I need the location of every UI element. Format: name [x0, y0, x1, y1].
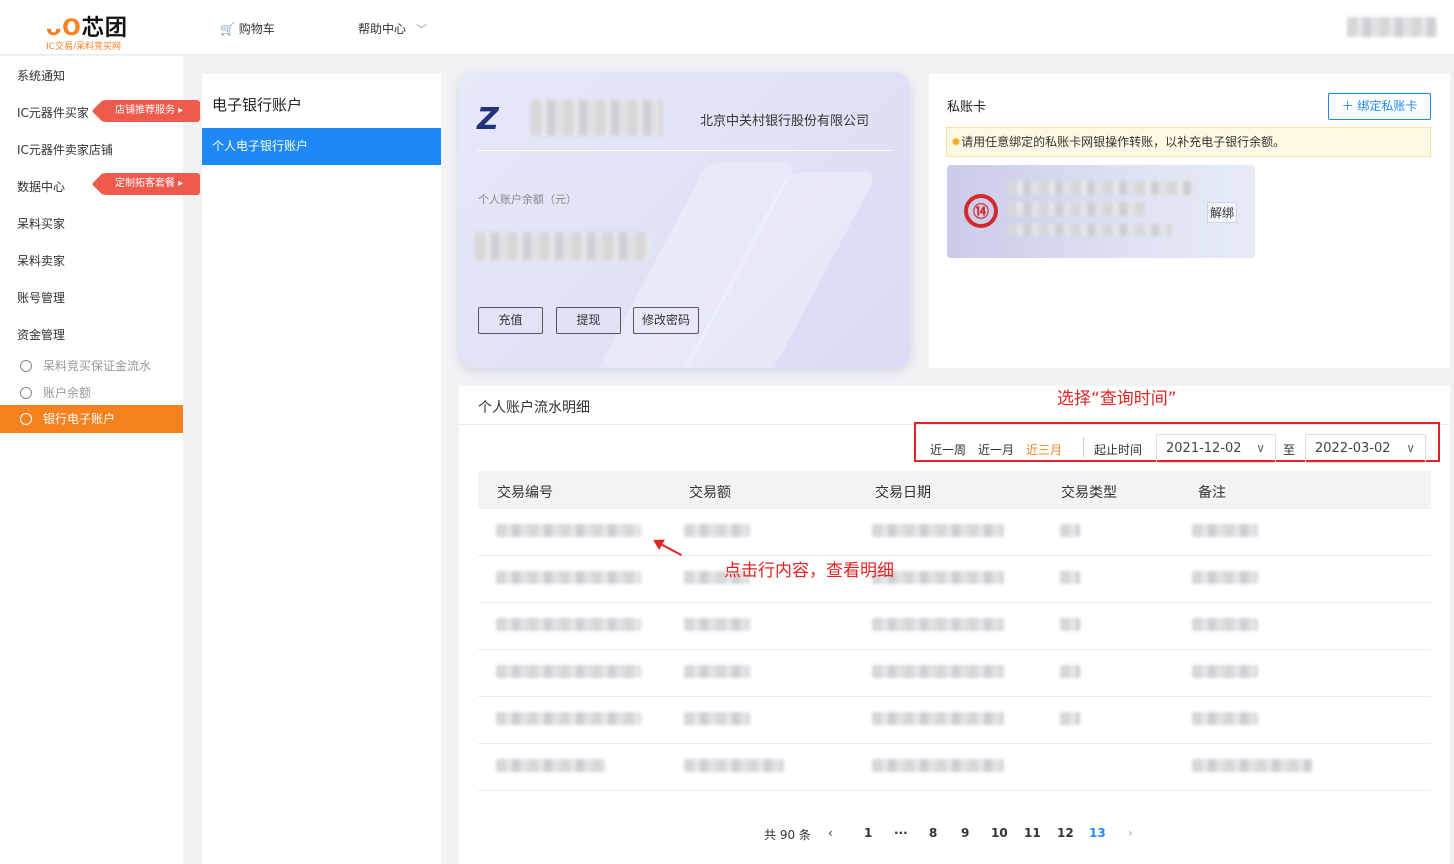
private-card-item: ⑭ 解绑 [947, 165, 1255, 258]
range-month[interactable]: 近一月 [978, 441, 1014, 458]
range-three-months[interactable]: 近三月 [1026, 441, 1062, 458]
column-header-remark: 备注 [1198, 485, 1226, 501]
top-bar: ᴗO芯团 IC交易/呆料竞买网 🛒 购物车 帮助中心 ﹀ [0, 0, 1454, 55]
plus-icon: ＋ [1341, 99, 1354, 113]
recharge-button[interactable]: 充值 [478, 307, 543, 334]
deposit-icon [20, 360, 32, 372]
help-center-menu[interactable]: 帮助中心 ﹀ [358, 20, 427, 37]
page-ellipsis[interactable]: ··· [894, 826, 908, 840]
sidebar-item-data-center[interactable]: 数据中心 [17, 178, 65, 195]
annotation-select-time: 选择“查询时间” [1057, 389, 1177, 409]
column-header-date: 交易日期 [875, 485, 931, 501]
balance-label: 个人账户余额（元） [478, 193, 577, 206]
annotation-click-row: 点击行内容，查看明细 [724, 561, 894, 581]
sidebar-sub-bank-e-account[interactable]: 银行电子账户 [0, 405, 183, 433]
table-row[interactable] [478, 509, 1431, 556]
private-card-panel: 私账卡 ＋ 绑定私账卡 ✹请用任意绑定的私账卡网银操作转账，以补充电子银行余额。… [929, 74, 1450, 368]
change-password-button[interactable]: 修改密码 [633, 307, 699, 334]
promo-tag-store-service[interactable]: 店铺推荐服务 ▸ [103, 100, 201, 122]
promo-tag-custom-package[interactable]: 定制拓客套餐 ▸ [103, 173, 201, 195]
range-divider [1083, 437, 1084, 457]
date-range-label: 起止时间 [1094, 443, 1143, 457]
unbind-button[interactable]: 解绑 [1207, 202, 1238, 223]
pagination-next-icon[interactable]: › [1128, 826, 1133, 840]
page-button-8[interactable]: 8 [929, 826, 937, 840]
cart-icon: 🛒 [220, 22, 235, 36]
account-number-redacted [531, 100, 663, 136]
detail-title: 个人账户流水明细 [478, 400, 590, 416]
logo-tagline: IC交易/呆料竞买网 [46, 42, 121, 52]
sidebar-item-surplus-seller[interactable]: 呆料卖家 [17, 252, 65, 269]
sidebar-item-ic-seller-store[interactable]: IC元器件卖家店铺 [17, 141, 113, 158]
account-panel: 电子银行账户 个人电子银行账户 [202, 74, 441, 864]
table-row[interactable] [478, 697, 1431, 744]
sidebar-item-system-notice[interactable]: 系统通知 [17, 67, 65, 84]
sidebar-item-account-management[interactable]: 账号管理 [17, 289, 65, 306]
column-header-tx-id: 交易编号 [497, 485, 553, 501]
chevron-down-icon: ∨ [1406, 441, 1415, 455]
notice-bar: ✹请用任意绑定的私账卡网银操作转账，以补充电子银行余额。 [946, 127, 1431, 157]
start-date-select[interactable]: 2021-12-02 ∨ [1156, 434, 1276, 463]
sidebar-item-fund-management[interactable]: 资金管理 [17, 326, 65, 343]
table-row[interactable] [478, 650, 1431, 697]
page-button-10[interactable]: 10 [991, 826, 1008, 840]
balance-value-redacted [475, 232, 651, 260]
table-row[interactable] [478, 556, 1431, 603]
pagination-prev-icon[interactable]: ‹ [828, 826, 833, 840]
account-panel-title: 电子银行账户 [212, 96, 303, 114]
zhongguancun-bank-logo-icon: Z [477, 102, 499, 137]
pagination-total: 共 90 条 [764, 828, 811, 842]
chevron-down-icon: ∨ [1256, 441, 1265, 455]
bind-private-card-button[interactable]: ＋ 绑定私账卡 [1328, 93, 1431, 120]
wallet-icon [20, 387, 32, 399]
sun-icon: ✹ [951, 135, 962, 149]
page-button-9[interactable]: 9 [961, 826, 969, 840]
logo-mark-icon: ᴗO [46, 16, 82, 41]
card-divider [477, 150, 891, 151]
table-row[interactable] [478, 603, 1431, 650]
bank-icon [20, 413, 32, 425]
bank-name: 北京中关村银行股份有限公司 [700, 114, 870, 129]
page-button-11[interactable]: 11 [1024, 826, 1041, 840]
card-holder-redacted [1007, 181, 1192, 195]
bank-card: Z 北京中关村银行股份有限公司 个人账户余额（元） 充值 提现 修改密码 [459, 72, 910, 368]
card-number-redacted [1007, 224, 1172, 236]
sidebar-sub-deposit-flow[interactable]: 呆料竞买保证金流水 [20, 357, 151, 374]
sidebar: 系统通知 IC元器件买家 店铺推荐服务 ▸ IC元器件卖家店铺 数据中心 定制拓… [0, 56, 201, 864]
table-row[interactable] [478, 744, 1431, 791]
table-header: 交易编号 交易额 交易日期 交易类型 备注 [478, 471, 1431, 509]
sidebar-item-surplus-buyer[interactable]: 呆料买家 [17, 215, 65, 232]
logo[interactable]: ᴗO芯团 [46, 10, 128, 42]
icbc-logo-icon: ⑭ [964, 194, 998, 228]
transaction-detail-panel: 个人账户流水明细 近一周 近一月 近三月 起止时间 2021-12-02 ∨ 至 … [459, 386, 1450, 864]
sidebar-sub-account-balance[interactable]: 账户余额 [20, 384, 91, 401]
private-card-title: 私账卡 [947, 100, 987, 115]
user-info-redacted[interactable] [1347, 17, 1437, 37]
account-item-personal[interactable]: 个人电子银行账户 [202, 128, 441, 165]
date-to-label: 至 [1283, 443, 1296, 457]
card-bank-redacted [1007, 202, 1147, 216]
page-button-12[interactable]: 12 [1057, 826, 1074, 840]
page-button-1[interactable]: 1 [864, 826, 872, 840]
range-week[interactable]: 近一周 [930, 441, 966, 458]
cart-link[interactable]: 🛒 购物车 [220, 20, 275, 37]
chevron-down-icon: ﹀ [416, 23, 428, 36]
column-header-type: 交易类型 [1061, 485, 1117, 501]
page-button-13-current[interactable]: 13 [1089, 826, 1106, 840]
withdraw-button[interactable]: 提现 [556, 307, 621, 334]
sidebar-item-ic-buyer[interactable]: IC元器件买家 [17, 104, 89, 121]
column-header-amount: 交易额 [689, 485, 731, 501]
end-date-select[interactable]: 2022-03-02 ∨ [1305, 434, 1426, 463]
